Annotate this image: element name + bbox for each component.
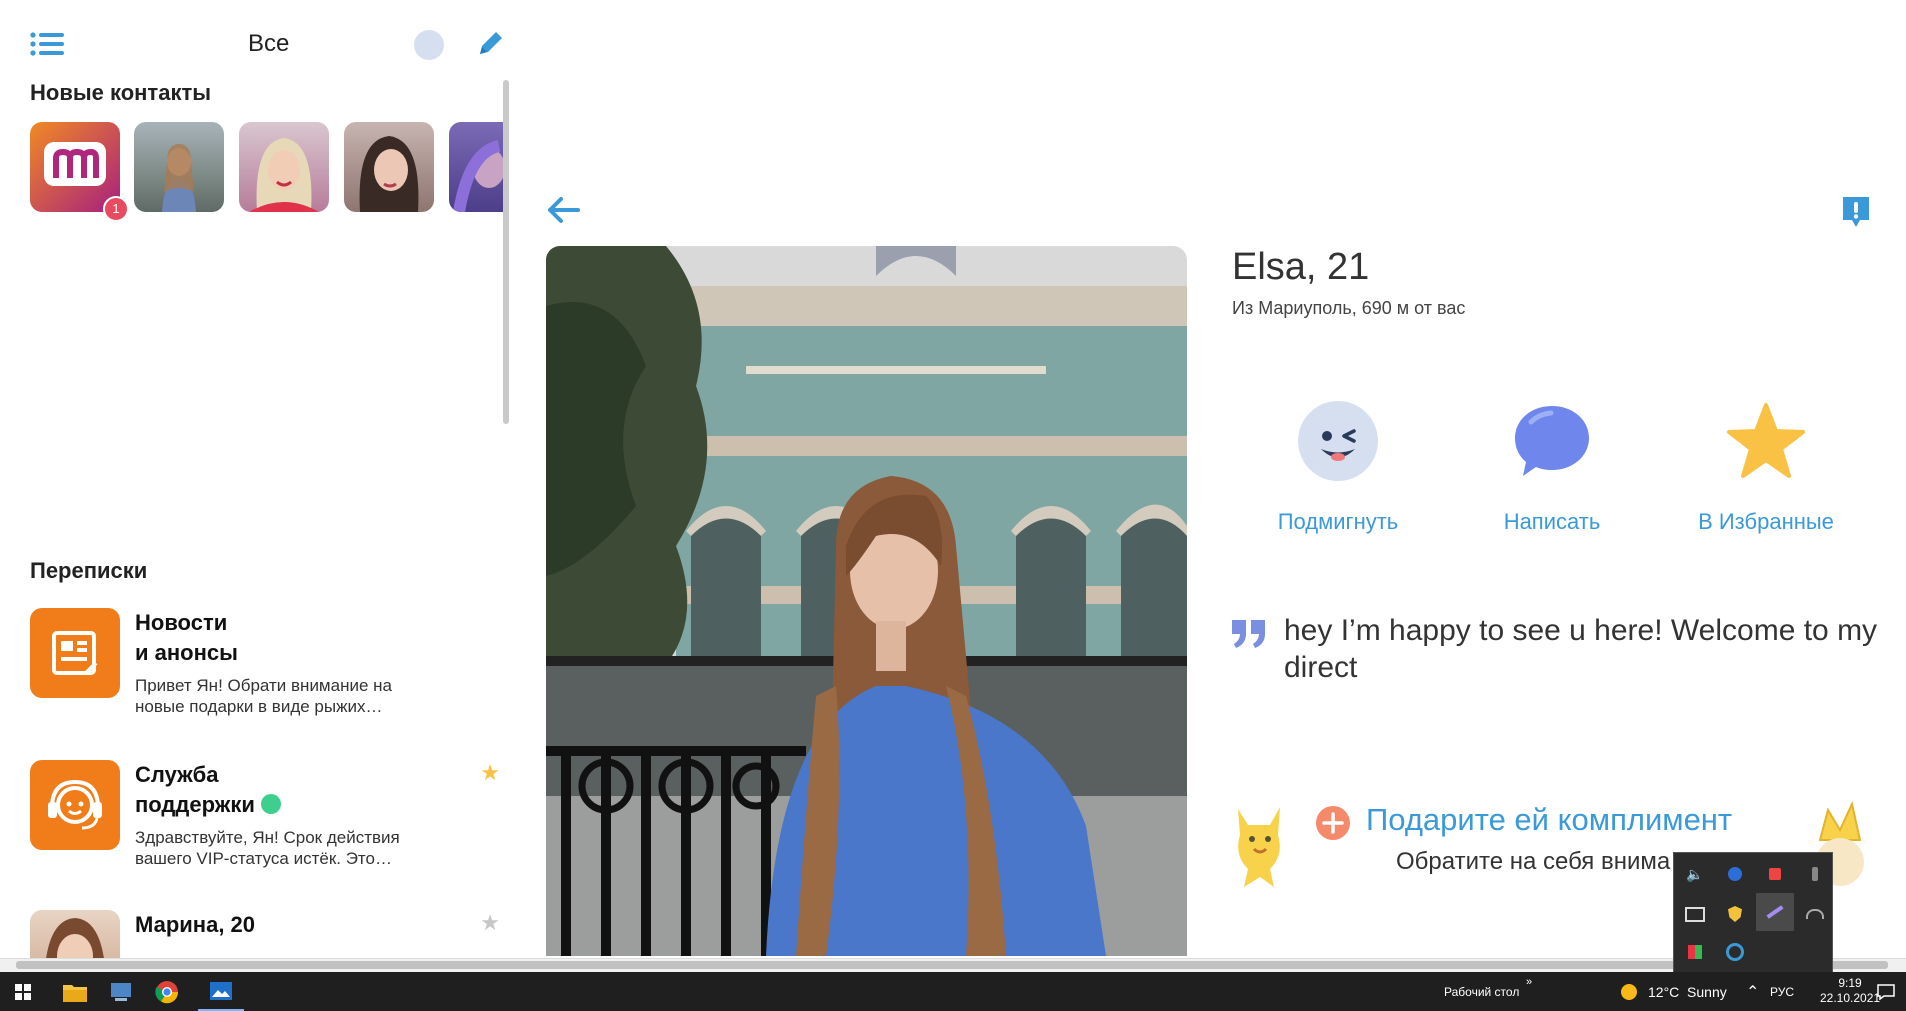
tray-chevron-up-icon[interactable]: ⌃ [1746, 982, 1759, 1002]
cat-mascot-icon [1238, 807, 1280, 887]
contact-avatar-5[interactable] [449, 122, 503, 212]
system-tray-overflow: 🔈 [1673, 852, 1833, 974]
profile-status-quote: hey I’m happy to see u here! Welcome to … [1284, 614, 1878, 684]
security-shield-icon[interactable] [1724, 903, 1746, 925]
conversation-title: Марина, 20 [135, 912, 256, 937]
toolbar-expand-icon[interactable]: » [1526, 976, 1532, 988]
notifications-icon[interactable] [1868, 972, 1904, 1011]
star-icon [1727, 403, 1805, 478]
wink-button[interactable]: Подмигнуть [1238, 400, 1438, 535]
snippet-line: Привет Ян! Обрати внимание на [135, 676, 392, 695]
favorite-star-icon[interactable]: ★ [480, 760, 500, 786]
compliment-subtitle: Обратите на себя внима [1396, 848, 1671, 875]
contact-avatar-2[interactable] [134, 122, 224, 212]
photos-app-icon[interactable] [198, 972, 244, 1011]
conversation-item-marina[interactable]: Марина, 20 ★ [30, 910, 500, 958]
conversation-title-line: Служба [135, 762, 219, 787]
input-language[interactable]: РУС [1770, 985, 1794, 999]
conversation-title: Служба поддержки [135, 760, 435, 820]
colorful-tray-icon[interactable] [1684, 941, 1706, 963]
app-tray-icon[interactable] [1724, 863, 1746, 885]
profile-location: Из Мариуполь, 690 м от вас [1232, 298, 1466, 318]
conversation-snippet: Привет Ян! Обрати внимание на новые подар… [135, 675, 435, 717]
usb-tray-icon[interactable] [1804, 863, 1826, 885]
quote-icon [1232, 620, 1265, 648]
filter-dropdown[interactable]: Все [248, 30, 289, 58]
conversation-item-news[interactable]: Новости и анонсы Привет Ян! Обрати вниман… [30, 608, 500, 718]
report-icon[interactable] [1840, 194, 1872, 230]
menu-list-icon[interactable] [30, 32, 64, 56]
profile-photo[interactable] [546, 246, 1187, 956]
new-contacts-heading: Новые контакты [30, 80, 212, 105]
add-compliment-icon[interactable] [1316, 806, 1350, 840]
network-tray-icon[interactable] [1684, 903, 1706, 925]
news-icon [30, 608, 120, 698]
conversation-title-line: и анонсы [135, 640, 238, 665]
unread-badge: 1 [103, 196, 129, 222]
conversation-title-line: Новости [135, 610, 228, 635]
conversation-snippet: Здравствуйте, Ян! Срок действия вашего VI… [135, 827, 435, 869]
desktop-toolbar-label[interactable]: Рабочий стол [1444, 985, 1519, 999]
write-label: Написать [1503, 509, 1601, 534]
contact-avatar-3[interactable] [239, 122, 329, 212]
conversation-title: Новости и анонсы [135, 608, 435, 668]
profile-name-age: Elsa, 21 [1232, 246, 1370, 288]
file-explorer-icon[interactable] [52, 972, 98, 1011]
add-to-favorites-button[interactable]: В Избранные [1666, 400, 1866, 535]
windows-taskbar: Рабочий стол » 12°C Sunny ⌃ РУС 9:19 22.… [0, 972, 1906, 1011]
online-indicator [261, 794, 282, 814]
conversation-item-support[interactable]: Служба поддержки Здравствуйте, Ян! Срок д… [30, 760, 500, 870]
wink-face-icon [1298, 401, 1378, 481]
back-arrow-icon[interactable] [546, 195, 582, 225]
edit-pencil-icon[interactable] [476, 28, 506, 58]
sidebar-scrollbar[interactable] [503, 80, 509, 424]
horizontal-scroll-thumb[interactable] [16, 961, 1888, 969]
profile-photo-image [546, 246, 1187, 956]
compliment-link[interactable]: Подарите ей комплимент [1366, 802, 1732, 838]
lock-tray-icon[interactable] [1764, 863, 1786, 885]
computer-app-icon[interactable] [98, 972, 144, 1011]
snippet-line: Здравствуйте, Ян! Срок действия [135, 828, 400, 847]
wink-label: Подмигнуть [1277, 509, 1399, 534]
contact-avatar-4[interactable] [344, 122, 434, 212]
write-message-button[interactable]: Написать [1452, 400, 1652, 535]
favorites-label: В Избранные [1698, 509, 1834, 534]
speaker-icon[interactable]: 🔈 [1684, 863, 1706, 885]
support-headset-icon [30, 760, 120, 850]
weather-sun-icon[interactable] [1616, 972, 1642, 1011]
avatar [30, 910, 120, 958]
snippet-line: вашего VIP-статуса истёк. Это… [135, 849, 392, 868]
windows-start-icon[interactable] [0, 972, 46, 1011]
sync-tray-icon[interactable] [1724, 941, 1746, 963]
weather-text[interactable]: 12°C Sunny [1648, 984, 1727, 1000]
favorite-star-icon[interactable]: ★ [480, 910, 500, 936]
conversations-heading: Переписки [30, 558, 148, 583]
status-dot-button[interactable] [414, 30, 444, 60]
snippet-line: новые подарки в виде рыжих… [135, 697, 383, 716]
sidebar: Все Новые контакты 1 Переписки Новости и … [0, 0, 510, 958]
pen-tray-icon[interactable] [1756, 893, 1794, 931]
chat-bubble-icon [1515, 406, 1589, 476]
conversation-title-line: поддержки [135, 792, 255, 817]
chrome-browser-icon[interactable] [144, 972, 190, 1011]
cloud-tray-icon[interactable] [1804, 903, 1826, 925]
